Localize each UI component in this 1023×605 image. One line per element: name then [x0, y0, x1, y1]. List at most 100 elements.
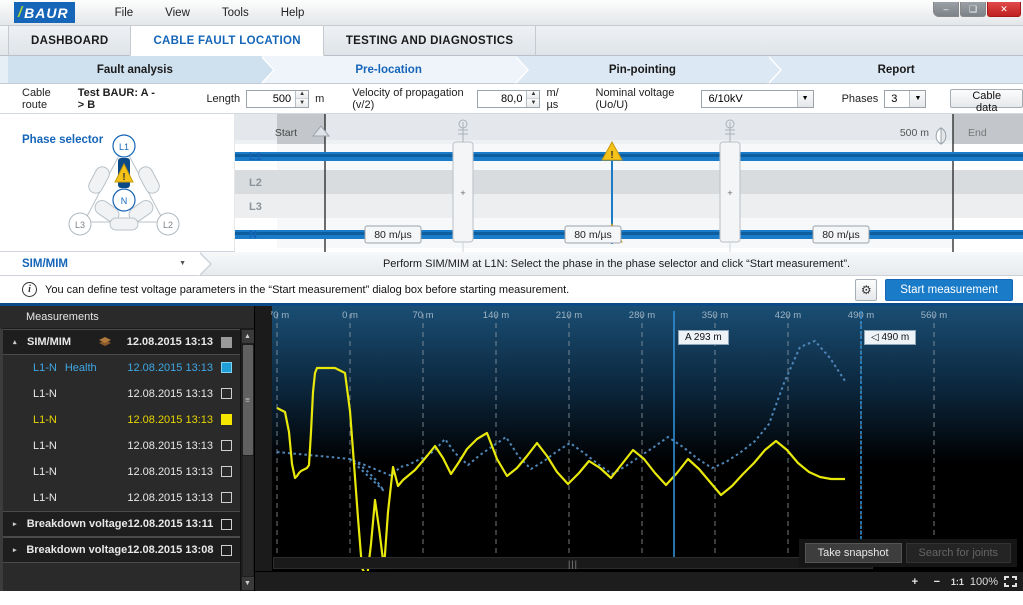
menu-item-help[interactable]: Help — [265, 3, 321, 23]
take-snapshot-button[interactable]: Take snapshot — [804, 543, 902, 563]
window-controls: – ❑ ✕ — [932, 2, 1021, 17]
close-button[interactable]: ✕ — [987, 2, 1021, 17]
length-stepper[interactable]: ▲ ▼ — [246, 89, 310, 108]
measurement-name: SIM/MIM — [27, 336, 71, 348]
zoom-reset-button[interactable]: 1:1 — [951, 577, 964, 587]
measurement-date: 12.08.2015 13:13 — [127, 413, 213, 426]
zoom-level-label: 100% — [969, 575, 998, 588]
length-input[interactable] — [247, 90, 296, 107]
measurement-checkbox[interactable] — [221, 414, 232, 425]
gear-icon[interactable]: ⚙ — [855, 278, 878, 301]
info-icon: i — [22, 282, 37, 297]
reflectogram-chart[interactable]: -70 m 0 m 70 m 140 m 210 m 280 m 350 m 4… — [255, 306, 1023, 591]
measurement-checkbox[interactable] — [221, 388, 232, 399]
step-fault-analysis[interactable]: Fault analysis — [8, 56, 275, 84]
tab-testing-and-diagnostics[interactable]: TESTING AND DIAGNOSTICS — [322, 26, 537, 55]
twisty-icon[interactable]: ▸ — [13, 546, 26, 554]
length-spin-arrows[interactable]: ▲ ▼ — [295, 90, 309, 107]
phase-selector[interactable]: Phase selector L1 N L3 L2 ! — [0, 114, 235, 345]
list-item[interactable]: ▴ SIM/MIM 12.08.2015 13:13 — [3, 329, 240, 355]
measurement-checkbox[interactable] — [221, 518, 232, 530]
fullscreen-icon[interactable] — [1004, 576, 1017, 587]
svg-text:L2: L2 — [163, 220, 173, 230]
svg-text:500 m: 500 m — [900, 127, 929, 139]
measurements-list-wrap: ▴ SIM/MIM 12.08.2015 13:13 L1-N Health 1… — [0, 328, 254, 591]
zoom-in-icon[interactable]: + — [907, 576, 923, 588]
chart-action-buttons: Take snapshot Search for joints — [798, 539, 1017, 567]
velocity-unit: m/µs — [546, 86, 559, 111]
measurement-checkbox[interactable] — [221, 362, 232, 373]
cursor-a-label[interactable]: A 293 m — [678, 330, 729, 345]
length-spin-down-icon[interactable]: ▼ — [296, 98, 309, 107]
twisty-icon[interactable]: ▸ — [13, 520, 27, 528]
cable-route-diagram[interactable]: Start 500 m End + + ! 80 m/µs 80 m/µs 80… — [235, 114, 1023, 252]
scrollbar-thumb[interactable] — [242, 345, 253, 455]
list-item[interactable]: ▸ Breakdown voltage 12.08.2015 13:11 — [3, 511, 240, 537]
step-pin-pointing[interactable]: Pin-pointing — [515, 56, 782, 84]
menu-item-tools[interactable]: Tools — [206, 3, 265, 23]
measurement-checkbox[interactable] — [221, 544, 232, 556]
list-item[interactable]: L1-N 12.08.2015 13:13 — [3, 433, 240, 459]
measurement-checkbox[interactable] — [221, 440, 232, 451]
nominal-voltage-select[interactable]: 6/10kV ▼ — [701, 89, 814, 108]
svg-text:N: N — [249, 229, 257, 241]
scrollbar-track[interactable] — [242, 456, 253, 576]
svg-text:70 m: 70 m — [412, 310, 433, 321]
measurement-checkbox[interactable] — [221, 336, 232, 348]
velocity-spin-down-icon[interactable]: ▼ — [527, 98, 540, 107]
measurements-scrollbar[interactable]: ▲ ▼ — [240, 329, 254, 591]
zoom-out-icon[interactable]: − — [929, 576, 945, 588]
chevron-down-icon[interactable]: ▼ — [179, 260, 186, 267]
list-item[interactable]: L1-N 12.08.2015 13:13 — [3, 381, 240, 407]
svg-text:Start: Start — [275, 127, 297, 139]
list-item[interactable]: L1-N 12.08.2015 13:13 — [3, 407, 240, 433]
svg-text:L1: L1 — [119, 142, 129, 152]
phases-select[interactable]: 3 ▼ — [884, 89, 927, 108]
bottom-area: Measurements ▴ SIM/MIM 12.08.2015 13:13 … — [0, 306, 1023, 591]
measurement-checkbox[interactable] — [221, 492, 232, 503]
velocity-input[interactable] — [478, 90, 527, 107]
list-item[interactable]: L1-N 12.08.2015 13:13 — [3, 485, 240, 511]
velocity-spin-arrows[interactable]: ▲ ▼ — [526, 90, 540, 107]
tab-cable-fault-location[interactable]: CABLE FAULT LOCATION — [130, 26, 324, 56]
start-measurement-button[interactable]: Start measurement — [885, 278, 1013, 301]
step-report[interactable]: Report — [769, 56, 1023, 83]
chart-horizontal-scrollbar[interactable]: ||| — [273, 557, 873, 569]
chevron-down-icon[interactable]: ▼ — [796, 90, 813, 107]
length-spin-up-icon[interactable]: ▲ — [296, 90, 309, 98]
menu-item-view[interactable]: View — [149, 3, 206, 23]
maximize-button[interactable]: ❑ — [960, 2, 986, 17]
measurement-date: 12.08.2015 13:13 — [126, 336, 213, 348]
list-item[interactable]: ▸ Breakdown voltage 12.08.2015 13:08 — [3, 537, 240, 563]
list-item[interactable]: L1-N 12.08.2015 13:13 — [3, 459, 240, 485]
tab-dashboard[interactable]: DASHBOARD — [8, 26, 132, 55]
mode-select[interactable]: SIM/MIM ▼ — [0, 252, 212, 276]
chevron-down-icon[interactable]: ▼ — [909, 90, 926, 107]
measurement-name: L1-N — [33, 491, 57, 504]
cursor-b-label[interactable]: ◁ 490 m — [864, 330, 917, 345]
minimize-button[interactable]: – — [933, 2, 959, 17]
scrollbar-thumb[interactable]: ||| — [273, 557, 873, 569]
list-item[interactable]: L1-N Health 12.08.2015 13:13 — [3, 355, 240, 381]
svg-text:210 m: 210 m — [556, 310, 582, 321]
measurement-name: L1-N — [33, 439, 57, 452]
svg-text:0 m: 0 m — [342, 310, 358, 321]
svg-text:L3: L3 — [75, 220, 85, 230]
cable-route-svg[interactable]: Start 500 m End + + ! 80 m/µs 80 m/µs 80… — [235, 114, 1023, 252]
step-pre-location[interactable]: Pre-location — [261, 56, 529, 84]
measurements-list[interactable]: ▴ SIM/MIM 12.08.2015 13:13 L1-N Health 1… — [3, 329, 240, 591]
twisty-icon[interactable]: ▴ — [13, 338, 27, 346]
length-label: Length — [206, 92, 241, 105]
menu-item-file[interactable]: File — [99, 3, 150, 23]
velocity-stepper[interactable]: ▲ ▼ — [477, 89, 541, 108]
measurement-checkbox[interactable] — [221, 466, 232, 477]
measurement-name: Breakdown voltage — [26, 544, 128, 556]
scroll-up-icon[interactable]: ▲ — [241, 330, 254, 343]
velocity-spin-up-icon[interactable]: ▲ — [527, 90, 540, 98]
cable-data-button[interactable]: Cable data — [950, 89, 1023, 114]
parameters-bar: Cable route Test BAUR: A -> B Length ▲ ▼… — [0, 84, 1023, 114]
svg-text:140 m: 140 m — [483, 310, 509, 321]
scroll-down-icon[interactable]: ▼ — [241, 577, 254, 590]
phases-value: 3 — [891, 92, 898, 105]
svg-text:L2: L2 — [249, 177, 262, 189]
